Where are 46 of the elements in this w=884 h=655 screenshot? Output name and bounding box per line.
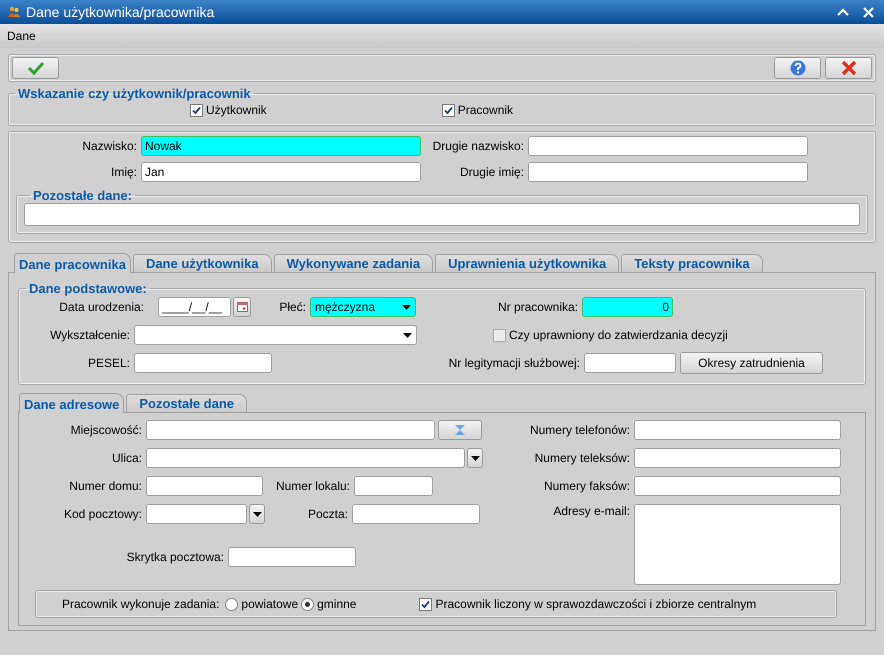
dropdown[interactable]: mężczyzna — [310, 297, 416, 317]
field-label: Skrytka pocztowa: — [126, 550, 225, 564]
radio-label: powiatowe — [241, 597, 298, 611]
tab[interactable]: Dane użytkownika — [132, 254, 272, 272]
group-title: Pozostałe dane: — [32, 188, 133, 203]
field-label: Nr pracownika: — [496, 300, 579, 314]
field-label: Nr legitymacji służbowej: — [448, 356, 581, 370]
checkbox-label: Pracownik liczony w sprawozdawczości i zbiorze centralnym — [435, 597, 756, 611]
tab[interactable]: Wykonywane zadania — [274, 254, 434, 272]
field-label: Płeć: — [278, 300, 307, 314]
tab[interactable]: Pozostałe dane — [126, 394, 248, 412]
employment-periods-button[interactable]: Okresy zatrudnienia — [680, 352, 823, 374]
checkbox-label: Czy uprawniony do zatwierdzania decyzji — [509, 328, 728, 342]
field-label: Numery telefonów: — [528, 423, 631, 437]
field-label: Miejscowość: — [70, 423, 143, 437]
input-field[interactable]: 0 — [582, 297, 673, 317]
field-label: Pracownik wykonuje zadania: — [62, 597, 220, 611]
field-label: Data urodzenia: — [58, 300, 145, 314]
radio-label: gminne — [317, 597, 356, 611]
field-label: Kod pocztowy: — [62, 507, 143, 521]
field-label: Numer lokalu: — [274, 479, 351, 493]
field-label: Numer domu: — [68, 479, 143, 493]
group-title: Wskazanie czy użytkownik/pracownik — [17, 86, 252, 101]
field-label: Ulica: — [110, 451, 143, 465]
field-label: Adresy e-mail: — [552, 504, 631, 518]
field-label: Numery teleksów: — [534, 451, 631, 465]
window-title: Dane użytkownika/pracownika — [26, 4, 214, 20]
field-label: PESEL: — [86, 356, 131, 370]
tab[interactable]: Dane adresowe — [19, 393, 124, 413]
input-field[interactable]: Jan — [141, 162, 421, 182]
field-label: Nazwisko: — [81, 139, 138, 153]
tab[interactable]: Dane pracownika — [14, 253, 131, 273]
field-label: Drugie nazwisko: — [432, 139, 525, 153]
field-label: Poczta: — [306, 507, 349, 521]
menu-item[interactable]: Dane — [7, 29, 36, 43]
field-label: Drugie imię: — [458, 165, 525, 179]
checkbox-label: Pracownik — [458, 103, 514, 117]
tab[interactable]: Teksty pracownika — [621, 254, 763, 272]
field-label: Numery faksów: — [542, 479, 631, 493]
checkbox-label: Użytkownik — [206, 103, 267, 117]
tab[interactable]: Uprawnienia użytkownika — [435, 254, 620, 272]
group-title: Dane podstawowe: — [28, 281, 148, 296]
field-label: Wykształcenie: — [49, 328, 131, 342]
field-label: Imię: — [110, 165, 138, 179]
date-field[interactable]: ____/__/__ — [158, 297, 231, 317]
input-field[interactable]: Nowak — [141, 136, 421, 156]
